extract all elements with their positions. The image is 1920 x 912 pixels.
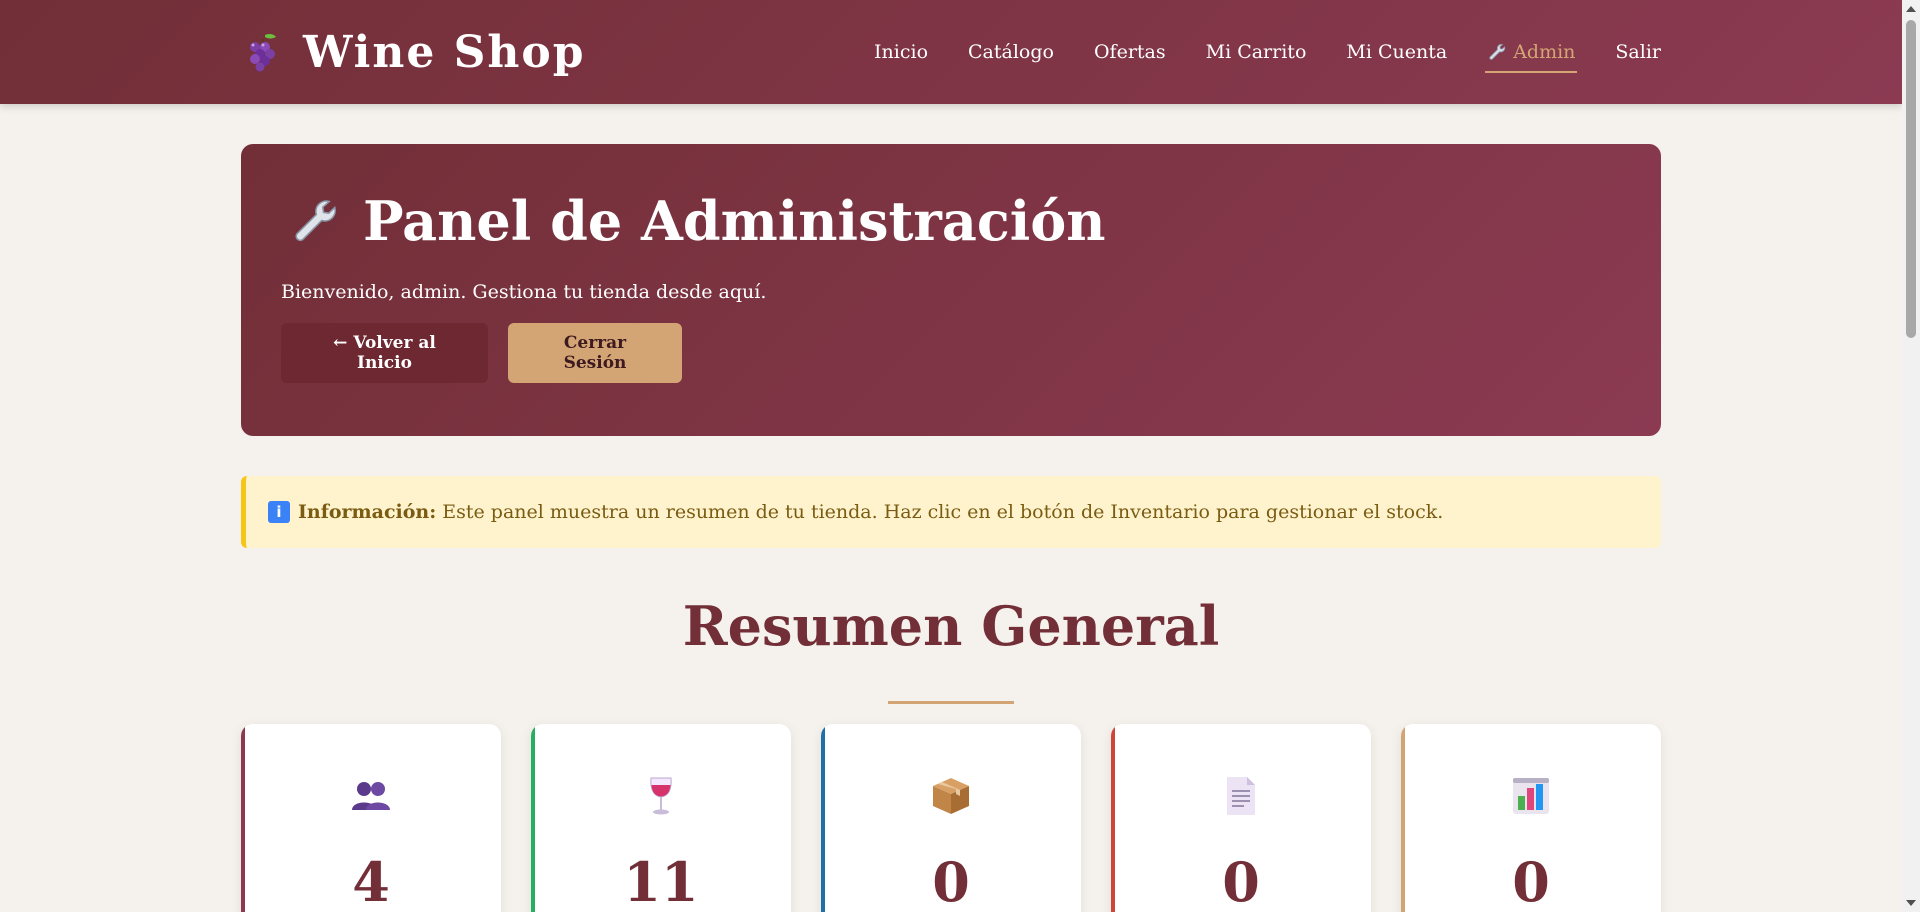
admin-hero-panel: Panel de Administración Bienvenido, admi… xyxy=(241,144,1661,436)
document-icon xyxy=(1227,776,1255,815)
users-icon xyxy=(352,781,390,810)
section-divider xyxy=(888,700,1014,704)
card-accent xyxy=(1401,723,1405,912)
hero-actions: ← Volver al Inicio Cerrar Sesión xyxy=(281,323,1621,383)
wine-glass-icon xyxy=(650,777,672,815)
stat-value: 0 xyxy=(932,849,970,912)
nav-label: Ofertas xyxy=(1093,41,1166,63)
main-nav: Inicio Catálogo Ofertas Mi Carrito Mi Cu… xyxy=(874,35,1661,73)
nav-label: Mi Cuenta xyxy=(1346,41,1448,63)
alert-label: Información: xyxy=(298,501,437,523)
nav-label: Mi Carrito xyxy=(1205,41,1307,63)
card-accent xyxy=(531,723,535,912)
nav-mi-carrito[interactable]: Mi Carrito xyxy=(1206,35,1307,69)
nav-label: Inicio xyxy=(874,41,929,63)
stat-value: 0 xyxy=(1512,849,1550,912)
section-title: Resumen General xyxy=(682,594,1220,658)
nav-label: Admin xyxy=(1513,41,1576,63)
bar-chart-icon xyxy=(1513,777,1549,814)
stat-card-users: 4 xyxy=(241,723,501,912)
card-accent xyxy=(241,723,245,912)
nav-ofertas[interactable]: Ofertas xyxy=(1094,35,1166,69)
page: Wine Shop Inicio Catálogo Ofertas Mi Car… xyxy=(0,0,1902,912)
main-content: Panel de Administración Bienvenido, admi… xyxy=(241,144,1661,912)
scroll-thumb[interactable] xyxy=(1906,20,1916,338)
stat-value: 0 xyxy=(1222,849,1260,912)
nav-label: Salir xyxy=(1615,41,1661,63)
stat-card-orders: 0 xyxy=(821,723,1081,912)
brand-name: Wine Shop xyxy=(303,26,586,78)
info-icon: i xyxy=(268,501,290,523)
top-navbar: Wine Shop Inicio Catálogo Ofertas Mi Car… xyxy=(0,0,1902,104)
navbar-inner: Wine Shop Inicio Catálogo Ofertas Mi Car… xyxy=(241,0,1661,104)
scroll-down-arrow[interactable] xyxy=(1906,900,1916,906)
nav-inicio[interactable]: Inicio xyxy=(874,35,928,69)
stat-value: 4 xyxy=(352,849,390,912)
page-scrollbar[interactable] xyxy=(1902,0,1920,912)
nav-label: Catálogo xyxy=(968,41,1054,63)
logout-button[interactable]: Cerrar Sesión xyxy=(508,323,682,383)
brand-logo-link[interactable]: Wine Shop xyxy=(241,27,586,78)
nav-mi-cuenta[interactable]: Mi Cuenta xyxy=(1346,35,1447,69)
package-icon xyxy=(933,777,969,814)
grapes-icon xyxy=(250,33,276,72)
card-accent xyxy=(1111,723,1115,912)
card-accent xyxy=(821,723,825,912)
info-alert: i Información: Este panel muestra un res… xyxy=(241,476,1661,548)
alert-text: Este panel muestra un resumen de tu tien… xyxy=(442,501,1444,523)
nav-catalogo[interactable]: Catálogo xyxy=(968,35,1054,69)
wrench-icon xyxy=(1489,43,1506,60)
stat-card-wines: 11 xyxy=(531,723,791,912)
stat-card-documents: 0 xyxy=(1111,723,1371,912)
nav-admin[interactable]: Admin xyxy=(1485,35,1578,73)
stat-value: 11 xyxy=(623,849,699,912)
scroll-up-arrow[interactable] xyxy=(1906,6,1916,12)
nav-salir[interactable]: Salir xyxy=(1615,35,1661,69)
page-title-text: Panel de Administración xyxy=(363,189,1106,253)
back-to-home-button[interactable]: ← Volver al Inicio xyxy=(281,323,488,383)
wrench-icon xyxy=(295,200,336,242)
stat-card-reports: 0 xyxy=(1401,723,1661,912)
stats-grid: 4 11 0 0 0 xyxy=(241,723,1661,912)
page-title: Panel de Administración xyxy=(289,188,1621,254)
welcome-text: Bienvenido, admin. Gestiona tu tienda de… xyxy=(281,281,767,303)
